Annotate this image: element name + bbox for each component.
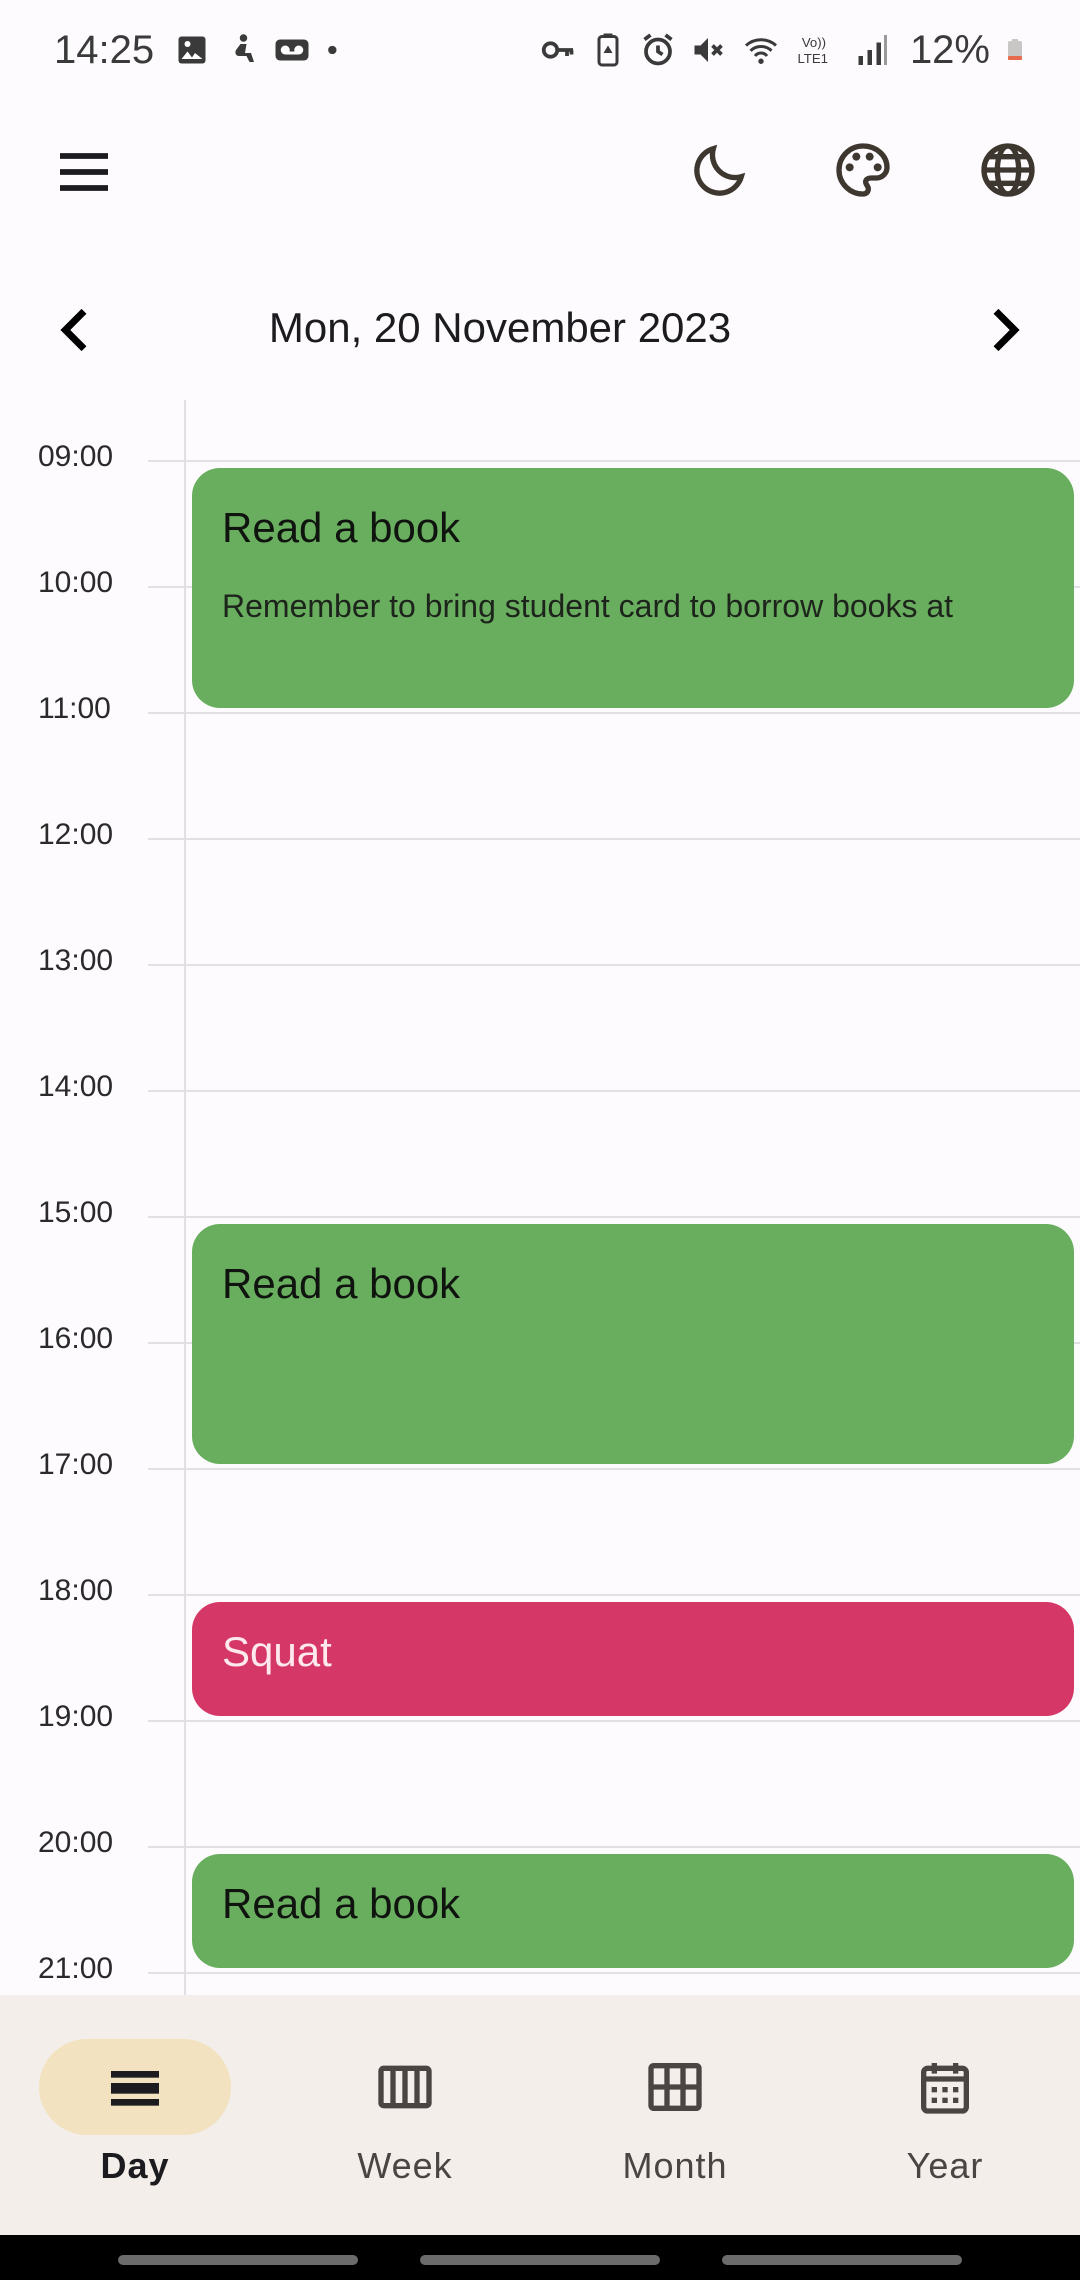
wifi-icon bbox=[744, 38, 777, 64]
mute-icon bbox=[694, 38, 723, 62]
status-bar: 14:25 Vo)) LTE1 12% bbox=[0, 0, 1080, 100]
hour-label: 09:00 bbox=[38, 440, 114, 473]
date-title: Mon, 20 November 2023 bbox=[268, 304, 732, 351]
nav-month-label: Month bbox=[622, 2145, 728, 2186]
dot-icon bbox=[328, 45, 337, 55]
gesture-segment[interactable] bbox=[420, 2255, 660, 2265]
nav-week[interactable]: Week bbox=[270, 1995, 540, 2235]
event-title: Read a book bbox=[222, 1880, 461, 1927]
status-icons-left bbox=[174, 32, 344, 68]
image-icon bbox=[178, 36, 206, 64]
hour-label: 11:00 bbox=[38, 692, 111, 725]
event-title: Squat bbox=[222, 1628, 332, 1675]
language-icon[interactable] bbox=[976, 138, 1040, 202]
day-timeline[interactable]: 09:00 10:00 11:00 12:00 13:00 14:00 15:00 16:00… bbox=[0, 400, 1080, 1995]
status-icons-right: Vo)) LTE1 12% bbox=[540, 28, 1028, 73]
menu-icon[interactable] bbox=[52, 140, 116, 204]
hour-row: 11:00 bbox=[0, 692, 1080, 725]
voicemail-icon bbox=[275, 39, 309, 61]
timeline-divider bbox=[184, 400, 186, 1995]
event-title: Read a book bbox=[222, 504, 461, 551]
palette-icon[interactable] bbox=[831, 138, 895, 202]
hour-gridline bbox=[148, 1090, 1080, 1092]
hour-row: 13:00 bbox=[0, 944, 1080, 977]
status-time: 14:25 bbox=[54, 27, 155, 72]
dark-mode-icon[interactable] bbox=[688, 138, 752, 202]
hour-row: 15:00 bbox=[0, 1196, 1080, 1229]
month-view-icon bbox=[648, 2063, 702, 2111]
battery-icon bbox=[1008, 39, 1022, 60]
volte-icon: Vo))LTE1 bbox=[797, 35, 828, 66]
gesture-segment[interactable] bbox=[722, 2255, 962, 2265]
bottom-navigation: Day Week Month Year bbox=[0, 1995, 1080, 2235]
nav-year[interactable]: Year bbox=[810, 1995, 1080, 2235]
signal-icon bbox=[858, 35, 887, 65]
hour-label: 14:00 bbox=[38, 1070, 114, 1103]
hour-gridline bbox=[148, 460, 1080, 462]
hour-gridline bbox=[148, 1594, 1080, 1596]
hour-row: 21:00 bbox=[0, 1952, 1080, 1985]
hour-label: 17:00 bbox=[38, 1448, 114, 1481]
week-view-icon bbox=[378, 2065, 432, 2109]
hour-row: 20:00 bbox=[0, 1826, 1080, 1859]
hour-row: 14:00 bbox=[0, 1070, 1080, 1103]
battery-saver-icon bbox=[597, 33, 619, 67]
hour-gridline bbox=[148, 712, 1080, 714]
hour-gridline bbox=[148, 1972, 1080, 1974]
hour-label: 16:00 bbox=[38, 1322, 114, 1355]
event-title: Read a book bbox=[222, 1260, 461, 1307]
event-description: Remember to bring student card to borrow… bbox=[222, 588, 954, 624]
date-header: Mon, 20 November 2023 bbox=[0, 290, 1080, 370]
hour-row: 19:00 bbox=[0, 1700, 1080, 1733]
event-card[interactable]: Read a book bbox=[192, 1854, 1074, 1968]
key-icon bbox=[541, 41, 574, 59]
nav-month[interactable]: Month bbox=[540, 1995, 810, 2235]
nav-day[interactable]: Day bbox=[0, 1995, 270, 2235]
day-view-icon bbox=[111, 2071, 159, 2106]
alarm-icon bbox=[643, 33, 673, 66]
gesture-bar bbox=[0, 2235, 1080, 2280]
hour-label: 18:00 bbox=[38, 1574, 114, 1607]
battery-percent: 12% bbox=[909, 27, 990, 72]
gesture-segment[interactable] bbox=[118, 2255, 358, 2265]
hour-gridline bbox=[148, 1468, 1080, 1470]
accessibility-icon bbox=[235, 34, 255, 62]
svg-text:Vo)): Vo)) bbox=[802, 35, 826, 50]
hour-gridline bbox=[148, 1720, 1080, 1722]
hour-gridline bbox=[148, 1216, 1080, 1218]
hour-gridline bbox=[148, 964, 1080, 966]
nav-day-label: Day bbox=[100, 2145, 170, 2186]
svg-text:LTE1: LTE1 bbox=[797, 51, 828, 66]
event-card[interactable]: Read a book Remember to bring student car… bbox=[192, 468, 1074, 708]
event-card[interactable]: Squat bbox=[192, 1602, 1074, 1716]
chevron-right-icon[interactable] bbox=[972, 298, 1036, 362]
app-bar bbox=[0, 120, 1080, 220]
hour-label: 10:00 bbox=[38, 566, 114, 599]
nav-year-label: Year bbox=[906, 2145, 984, 2186]
hour-label: 21:00 bbox=[38, 1952, 114, 1985]
nav-week-label: Week bbox=[357, 2145, 453, 2186]
hour-row: 18:00 bbox=[0, 1574, 1080, 1607]
hour-label: 15:00 bbox=[38, 1196, 114, 1229]
hour-row: 12:00 bbox=[0, 818, 1080, 851]
hour-gridline bbox=[148, 1846, 1080, 1848]
event-card[interactable]: Read a book bbox=[192, 1224, 1074, 1464]
hour-label: 19:00 bbox=[38, 1700, 114, 1733]
hour-gridline bbox=[148, 838, 1080, 840]
hour-label: 12:00 bbox=[38, 818, 114, 851]
hour-row: 09:00 bbox=[0, 440, 1080, 473]
calendar-icon bbox=[921, 2063, 969, 2114]
hour-row: 17:00 bbox=[0, 1448, 1080, 1481]
hour-label: 20:00 bbox=[38, 1826, 114, 1859]
hour-label: 13:00 bbox=[38, 944, 114, 977]
